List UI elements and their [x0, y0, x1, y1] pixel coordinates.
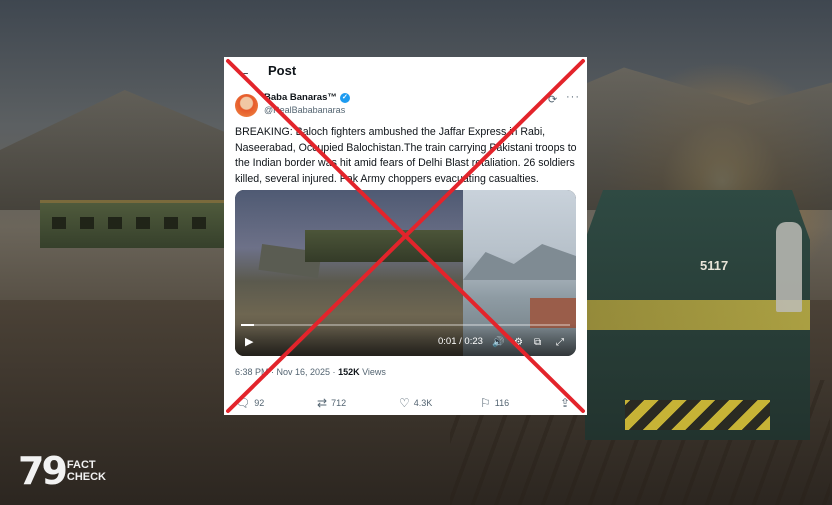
author-handle[interactable]: @RealBababanaras	[264, 105, 345, 115]
volume-icon[interactable]: 🔊	[492, 337, 504, 348]
like-button[interactable]: ♡ 4.3K	[399, 397, 432, 409]
logo-mark: 79	[18, 449, 68, 493]
background-train	[40, 200, 230, 248]
settings-icon[interactable]: ⚙	[514, 337, 523, 348]
action-bar: 🗨 92 ⇄ 712 ♡ 4.3K ⚐ 116 ⇪	[235, 397, 575, 413]
video-progress-fill	[241, 324, 255, 326]
logo-line-1: FACT	[66, 459, 96, 471]
post-text: BREAKING: Baloch fighters ambushed the J…	[235, 126, 577, 185]
author-name[interactable]: Baba Banaras™	[264, 92, 337, 103]
heart-icon: ♡	[399, 396, 410, 410]
avatar[interactable]	[235, 94, 258, 117]
video-progress-bar[interactable]	[241, 324, 570, 326]
back-arrow-icon[interactable]: ←	[236, 63, 251, 80]
like-count: 4.3K	[413, 398, 433, 408]
reply-count: 92	[254, 398, 265, 408]
bookmark-icon: ⚐	[480, 396, 491, 410]
video-time: 0:01 / 0:23	[438, 336, 483, 347]
views-count: 152K	[338, 367, 360, 377]
repost-count: 712	[331, 398, 347, 408]
more-options-icon[interactable]: ···	[566, 91, 580, 103]
verified-badge-icon: ✓	[339, 92, 350, 103]
author-name-row[interactable]: Baba Banaras™ ✓	[264, 92, 350, 103]
page-title: Post	[268, 63, 297, 78]
reply-icon: 🗨	[235, 396, 251, 410]
post-timestamp[interactable]: 6:38 PM · Nov 16, 2025 ·	[235, 367, 338, 377]
post-header: ← Post	[224, 57, 587, 85]
views-label: Views	[359, 367, 386, 377]
play-icon[interactable]: ▶	[245, 335, 253, 348]
fact-check-logo: 79 FACT CHECK	[18, 452, 106, 490]
locomotive-number: 5117	[700, 258, 729, 273]
post-card: ← Post Baba Banaras™ ✓ @RealBababanaras …	[224, 57, 587, 415]
video-player[interactable]: ▶ 0:01 / 0:23 🔊 ⚙ ⧉ ⤢	[235, 190, 576, 356]
fullscreen-icon[interactable]: ⤢	[556, 337, 564, 348]
picture-in-picture-icon[interactable]: ⧉	[534, 337, 541, 348]
repost-button[interactable]: ⇄ 712	[317, 397, 346, 409]
reply-button[interactable]: 🗨 92	[235, 397, 264, 409]
bookmark-count: 116	[494, 398, 510, 408]
locomotive-bumper	[625, 400, 770, 430]
repost-icon: ⇄	[317, 396, 328, 410]
grok-icon[interactable]: ⟳	[548, 93, 557, 106]
background-person	[776, 222, 802, 312]
share-icon: ⇪	[560, 396, 571, 410]
bookmark-button[interactable]: ⚐ 116	[480, 397, 509, 409]
post-meta: 6:38 PM · Nov 16, 2025 · 152K Views	[235, 367, 386, 377]
logo-line-2: CHECK	[66, 471, 107, 483]
video-controls	[235, 324, 576, 356]
share-button[interactable]: ⇪	[560, 397, 570, 409]
logo-text: FACT CHECK	[67, 459, 106, 483]
video-train	[305, 230, 463, 262]
